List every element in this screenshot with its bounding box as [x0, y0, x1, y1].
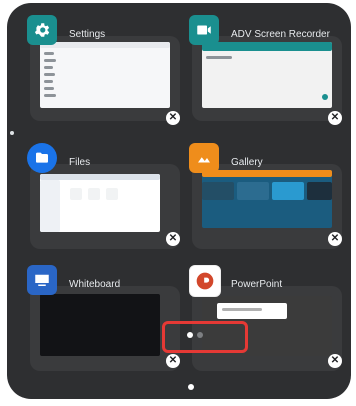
- close-icon[interactable]: ✕: [166, 111, 180, 125]
- video-camera-icon: [189, 15, 219, 45]
- app-preview-whiteboard[interactable]: [30, 286, 180, 371]
- app-title-settings: Settings: [69, 29, 106, 40]
- folder-icon: [27, 143, 57, 173]
- app-card-adv-screen-recorder[interactable]: ADV Screen Recorder ✕: [189, 15, 349, 125]
- recent-apps-panel: Settings ✕ ADV Screen Recorder ✕ Files ✕…: [7, 3, 351, 399]
- app-preview-gallery[interactable]: [192, 164, 342, 249]
- close-icon[interactable]: ✕: [328, 111, 342, 125]
- whiteboard-icon: [27, 265, 57, 295]
- app-title-whiteboard: Whiteboard: [69, 279, 121, 290]
- page-dot-2[interactable]: [197, 332, 203, 338]
- powerpoint-icon: [189, 265, 221, 297]
- app-title-gallery: Gallery: [231, 157, 263, 168]
- settings-icon: [27, 15, 57, 45]
- page-dot-1[interactable]: [187, 332, 193, 338]
- app-card-files[interactable]: Files ✕: [27, 143, 187, 253]
- app-card-gallery[interactable]: Gallery ✕: [189, 143, 349, 253]
- close-icon[interactable]: ✕: [166, 232, 180, 246]
- app-preview-files[interactable]: [30, 164, 180, 249]
- app-card-whiteboard[interactable]: Whiteboard ✕: [27, 265, 187, 375]
- app-title-powerpoint: PowerPoint: [231, 279, 283, 290]
- close-icon[interactable]: ✕: [328, 232, 342, 246]
- app-preview-adv-screen-recorder[interactable]: [192, 36, 342, 121]
- app-preview-settings[interactable]: [30, 36, 180, 121]
- app-title-files: Files: [69, 157, 91, 168]
- page-indicator-highlight: [162, 321, 248, 353]
- close-icon[interactable]: ✕: [166, 354, 180, 368]
- app-card-powerpoint[interactable]: PowerPoint ✕: [189, 265, 349, 375]
- app-card-settings[interactable]: Settings ✕: [27, 15, 187, 125]
- close-icon[interactable]: ✕: [328, 354, 342, 368]
- app-title-adv-screen-recorder: ADV Screen Recorder: [231, 29, 330, 40]
- scroll-indicator[interactable]: [188, 384, 194, 390]
- image-icon: [189, 143, 219, 173]
- edge-indicator: [10, 131, 14, 135]
